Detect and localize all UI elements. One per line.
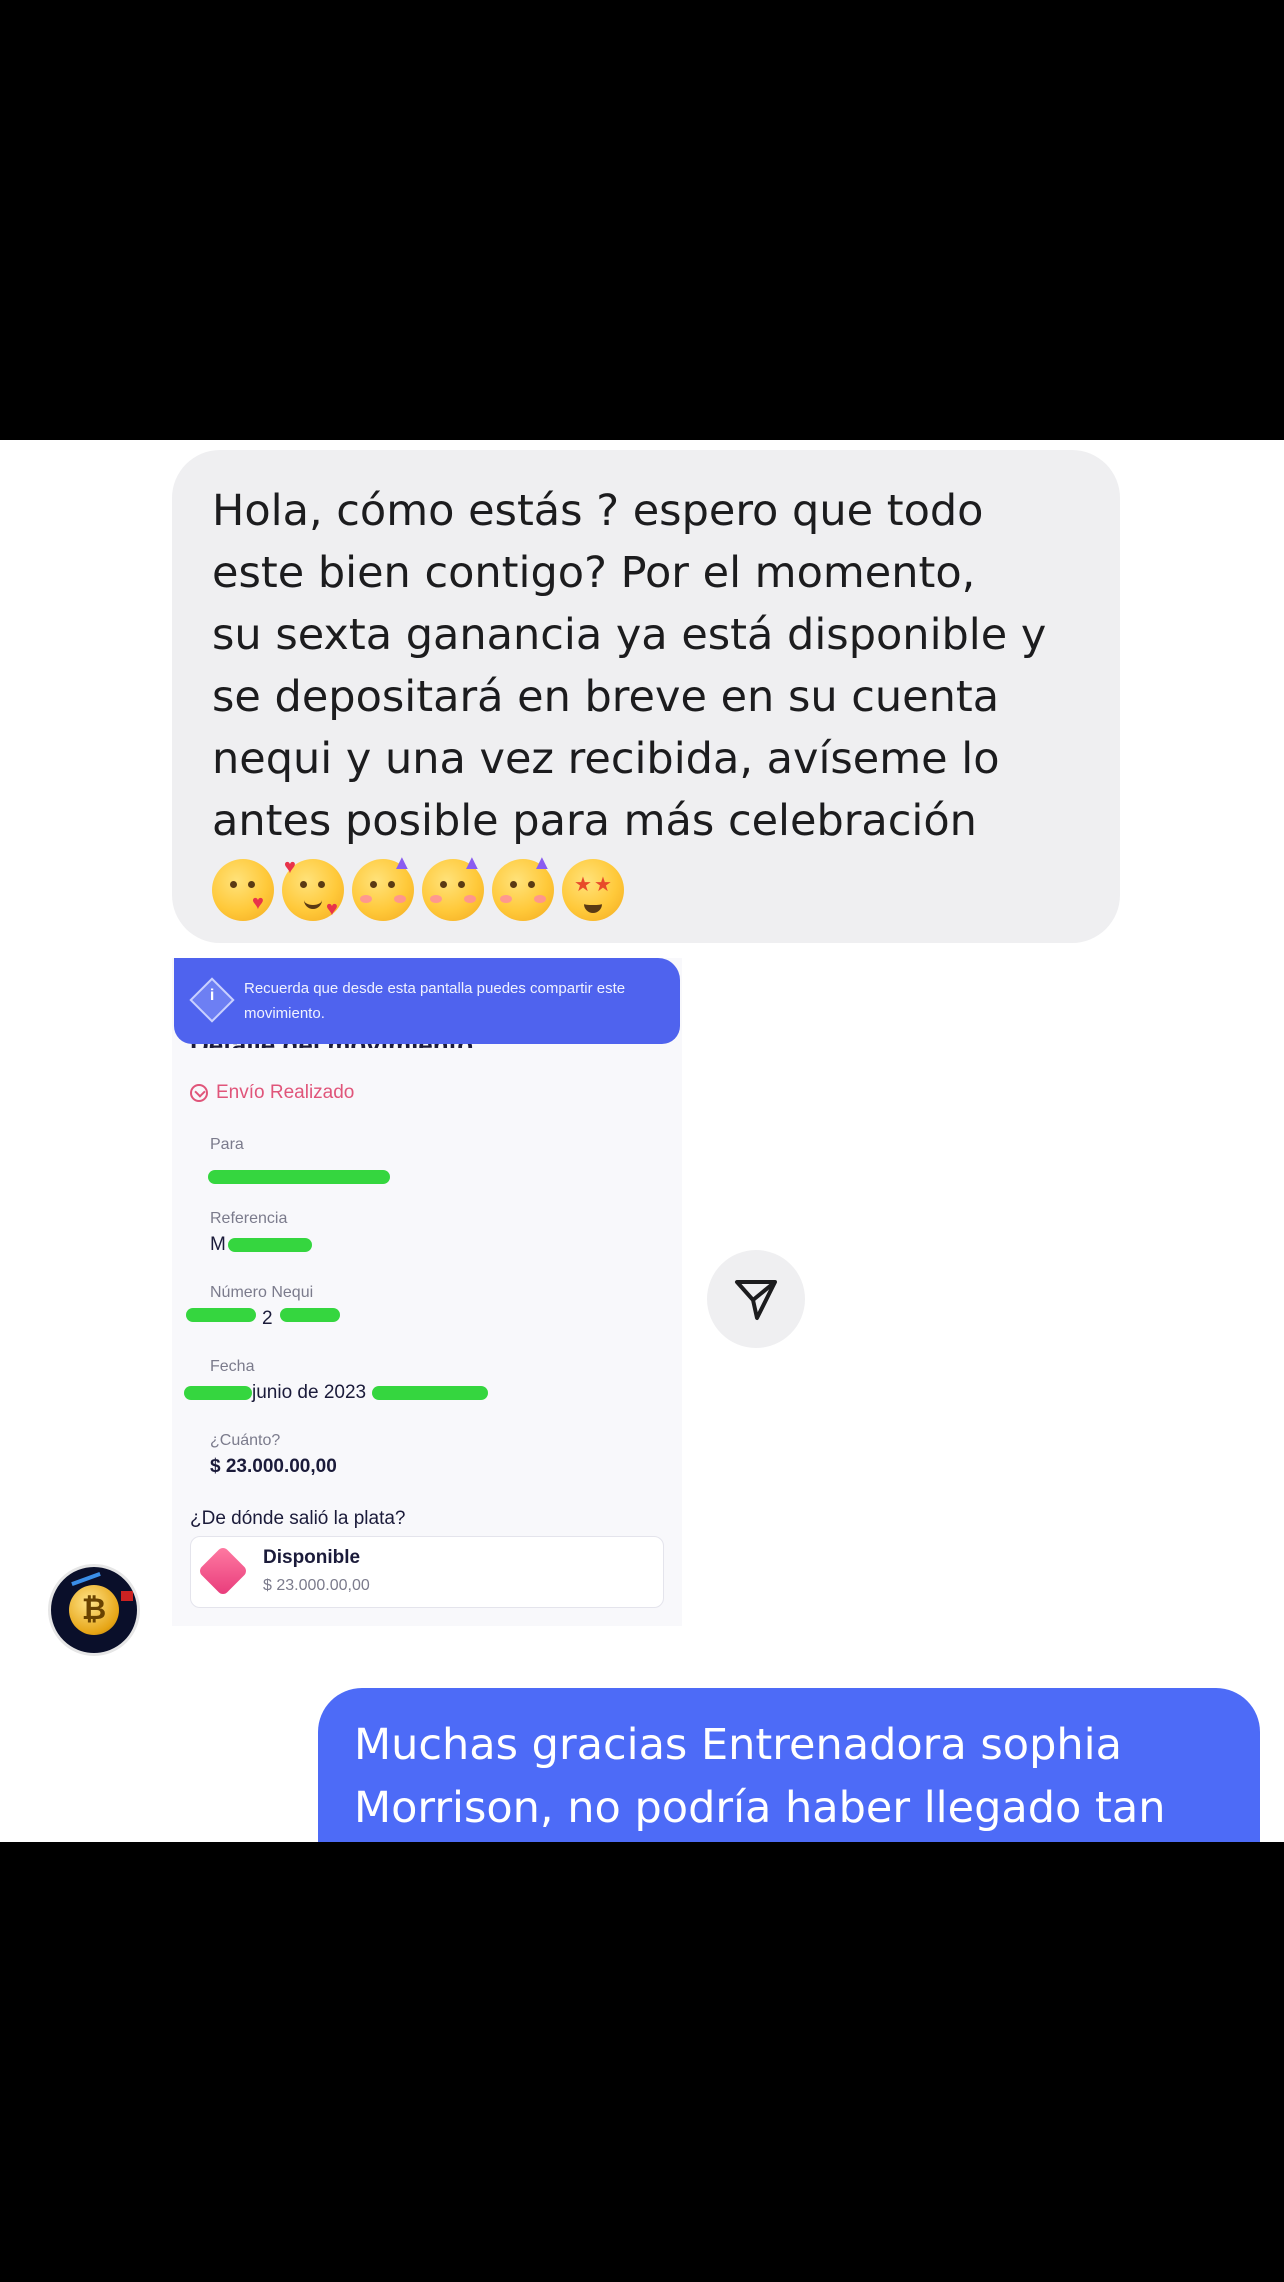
redaction-mark: [228, 1238, 312, 1252]
status-text: Envío Realizado: [216, 1082, 355, 1103]
info-banner: Recuerda que desde esta pantalla puedes …: [174, 958, 680, 1044]
incoming-message-text: Hola, cómo estás ? espero que todo este …: [212, 486, 1047, 846]
outgoing-message-bubble[interactable]: Muchas gracias Entrenadora sophia Morris…: [318, 1688, 1260, 1842]
shared-transfer-screenshot[interactable]: Detalle del movimiento Recuerda que desd…: [172, 958, 682, 1626]
arrow-down-circle-icon: [190, 1084, 208, 1102]
redaction-mark: [184, 1386, 252, 1400]
field-value-referencia: M: [210, 1234, 226, 1255]
incoming-message-bubble[interactable]: Hola, cómo estás ? espero que todo este …: [172, 450, 1120, 943]
sender-avatar[interactable]: ₿: [48, 1564, 140, 1656]
field-value-fecha: junio de 2023: [252, 1382, 367, 1403]
partying-face-emoji: ▲: [422, 853, 484, 921]
redaction-mark: [186, 1308, 256, 1322]
redaction-mark: [280, 1308, 340, 1322]
kissing-heart-emoji: ♥: [212, 859, 274, 921]
field-value-numero-nequi: 2: [262, 1308, 273, 1329]
source-name: Disponible: [263, 1547, 361, 1568]
partying-face-emoji: ▲: [352, 853, 414, 921]
bitcoin-icon: ₿: [69, 1585, 119, 1635]
source-amount: $ 23.000.00,00: [263, 1577, 370, 1594]
avatar-decoration: [71, 1571, 101, 1587]
emoji-row: ♥ ♥ ♥ ▲ ▲ ▲ ★ ★: [212, 853, 1090, 922]
send-icon: [735, 1280, 777, 1320]
chat-screen: Hola, cómo estás ? espero que todo este …: [0, 440, 1284, 1842]
forward-button[interactable]: [707, 1250, 805, 1348]
redaction-mark: [372, 1386, 488, 1400]
outgoing-message-text: Muchas gracias Entrenadora sophia Morris…: [354, 1720, 1166, 1833]
source-question: ¿De dónde salió la plata?: [190, 1508, 406, 1529]
source-card: Disponible $ 23.000.00,00: [190, 1536, 664, 1608]
partying-face-emoji: ▲: [492, 853, 554, 921]
status-label: Envío Realizado: [190, 1082, 354, 1104]
info-icon: [189, 977, 235, 1023]
banner-text: Recuerda que desde esta pantalla puedes …: [244, 980, 626, 1022]
redaction-mark: [208, 1170, 390, 1184]
field-value-cuanto: $ 23.000.00,00: [210, 1456, 337, 1477]
field-label-cuanto: ¿Cuánto?: [210, 1432, 281, 1449]
smiling-hearts-emoji: ♥ ♥: [282, 857, 344, 921]
flag-icon: [121, 1591, 133, 1601]
field-label-para: Para: [210, 1136, 244, 1153]
nequi-diamond-icon: [197, 1545, 249, 1597]
field-label-fecha: Fecha: [210, 1358, 255, 1375]
field-label-numero-nequi: Número Nequi: [210, 1284, 314, 1301]
star-struck-emoji: ★ ★: [562, 859, 624, 921]
field-label-referencia: Referencia: [210, 1210, 288, 1227]
